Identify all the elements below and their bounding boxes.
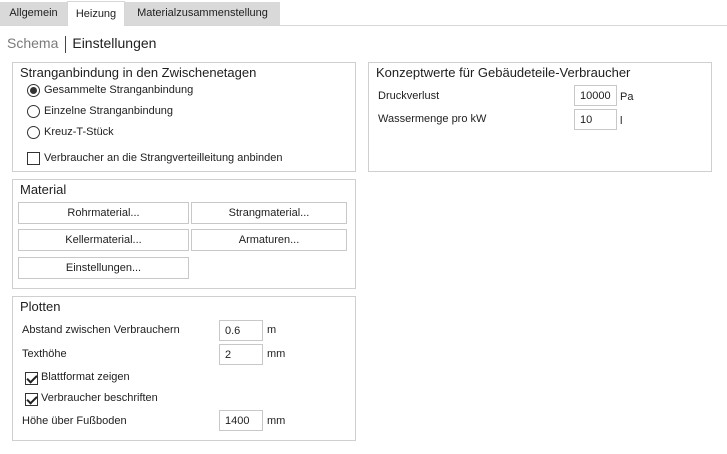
abstand-input[interactable] (219, 320, 263, 341)
texthoehe-label: Texthöhe (22, 348, 67, 360)
druckverlust-input[interactable] (574, 85, 617, 106)
hoehe-input[interactable] (219, 410, 263, 431)
radio-kreuz-t-stueck[interactable] (27, 126, 40, 139)
hoehe-unit: mm (267, 415, 286, 427)
beschriften-label: Verbraucher beschriften (41, 392, 158, 404)
plotten-group: Plotten Abstand zwischen Verbrauchern m … (12, 296, 356, 441)
tab-bar: Allgemein Heizung Materialzusammenstellu… (0, 0, 727, 26)
wassermenge-input[interactable] (574, 109, 617, 130)
strangmaterial-button[interactable]: Strangmaterial... (191, 202, 347, 224)
checkbox-verbraucher-anbinden-label: Verbraucher an die Strangverteilleitung … (44, 152, 283, 164)
subnav-schema[interactable]: Schema (7, 35, 58, 51)
abstand-label: Abstand zwischen Verbrauchern (22, 324, 180, 336)
plotten-title: Plotten (20, 299, 61, 314)
tab-heizung[interactable]: Heizung (67, 1, 125, 26)
material-group: Material Rohrmaterial... Strangmaterial.… (12, 179, 356, 289)
texthoehe-input[interactable] (219, 344, 263, 365)
armaturen-button[interactable]: Armaturen... (191, 229, 347, 251)
radio-einzelne-stranganbindung[interactable] (27, 105, 40, 118)
stranganbindung-title: Stranganbindung in den Zwischenetagen (20, 65, 257, 80)
material-title: Material (20, 182, 67, 197)
druckverlust-label: Druckverlust (378, 90, 440, 102)
wassermenge-label: Wassermenge pro kW (378, 113, 487, 125)
checkbox-blattformat-zeigen[interactable] (25, 372, 38, 385)
checkbox-verbraucher-anbinden[interactable] (27, 152, 40, 165)
konzeptwerte-title: Konzeptwerte für Gebäudeteile-Verbrauche… (376, 65, 631, 80)
radio-kreuz-label: Kreuz-T-Stück (44, 126, 114, 138)
radio-gesammelte-label: Gesammelte Stranganbindung (44, 84, 194, 96)
kellermaterial-button[interactable]: Kellermaterial... (18, 229, 189, 251)
druckverlust-unit: Pa (620, 91, 634, 103)
radio-einzelne-label: Einzelne Stranganbindung (44, 105, 174, 117)
sub-navigation: Schema Einstellungen (7, 34, 156, 53)
texthoehe-unit: mm (267, 348, 286, 360)
checkbox-verbraucher-beschriften[interactable] (25, 393, 38, 406)
blattformat-label: Blattformat zeigen (41, 371, 130, 383)
radio-gesammelte-stranganbindung[interactable] (27, 84, 40, 97)
tab-allgemein[interactable]: Allgemein (0, 2, 67, 25)
rohrmaterial-button[interactable]: Rohrmaterial... (18, 202, 189, 224)
einstellungen-button[interactable]: Einstellungen... (18, 257, 189, 279)
subnav-separator (65, 35, 67, 53)
abstand-unit: m (267, 324, 277, 336)
hoehe-label: Höhe über Fußboden (22, 415, 127, 427)
subnav-einstellungen[interactable]: Einstellungen (72, 35, 156, 51)
wassermenge-unit: l (620, 115, 623, 127)
konzeptwerte-group: Konzeptwerte für Gebäudeteile-Verbrauche… (368, 62, 712, 172)
stranganbindung-group: Stranganbindung in den Zwischenetagen Ge… (12, 62, 356, 172)
tab-materialzusammenstellung[interactable]: Materialzusammenstellung (125, 2, 280, 25)
